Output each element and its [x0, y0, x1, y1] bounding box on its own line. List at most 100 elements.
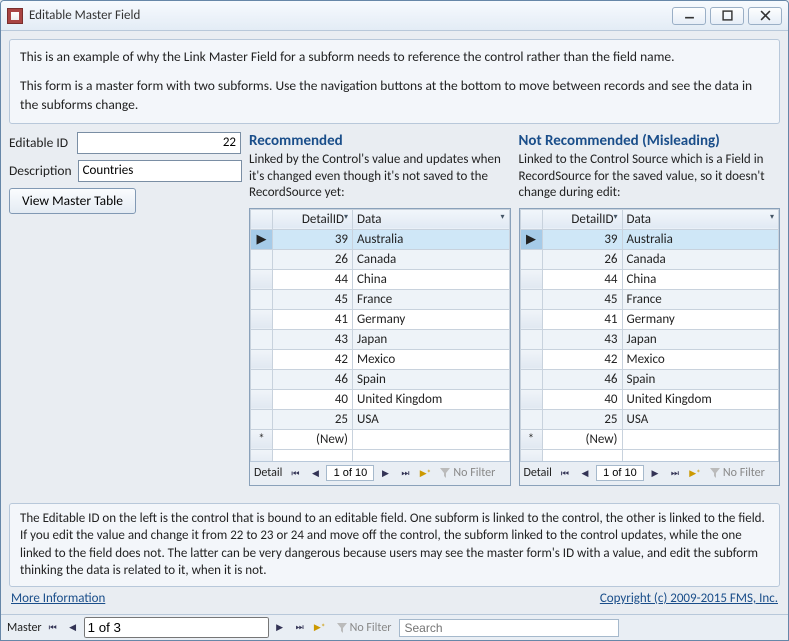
cell-detailid[interactable]: 39: [542, 229, 622, 249]
table-row[interactable]: 26Canada: [251, 249, 510, 269]
nav-last-icon[interactable]: ⏭: [396, 464, 414, 482]
nav-new-icon[interactable]: ▶*: [686, 464, 704, 482]
row-selector[interactable]: [520, 409, 542, 429]
copyright-link[interactable]: Copyright (c) 2009-2015 FMS, Inc.: [600, 591, 778, 606]
cell-data[interactable]: USA: [622, 409, 779, 429]
cell-data[interactable]: Australia: [622, 229, 779, 249]
datagrid-not-recommended[interactable]: DetailID▾Data▾▶39Australia26Canada44Chin…: [520, 209, 780, 461]
nav-prev-icon[interactable]: ◀: [576, 464, 594, 482]
table-row[interactable]: ▶39Australia: [520, 229, 779, 249]
nav-prev-icon[interactable]: ◀: [306, 464, 324, 482]
cell-data[interactable]: Japan: [622, 329, 779, 349]
nav-last-icon[interactable]: ⏭: [291, 619, 309, 637]
cell-detailid[interactable]: 26: [273, 249, 353, 269]
minimize-button[interactable]: [672, 7, 706, 25]
row-selector[interactable]: [251, 329, 273, 349]
nav-next-icon[interactable]: ▶: [271, 619, 289, 637]
table-row[interactable]: 42Mexico: [520, 349, 779, 369]
row-selector[interactable]: [520, 349, 542, 369]
close-button[interactable]: [748, 7, 782, 25]
cell-data[interactable]: France: [622, 289, 779, 309]
no-filter-indicator[interactable]: No Filter: [710, 466, 765, 480]
row-selector[interactable]: [251, 349, 273, 369]
cell-detailid[interactable]: 42: [542, 349, 622, 369]
cell-data[interactable]: Mexico: [622, 349, 779, 369]
row-selector[interactable]: ▶: [251, 229, 273, 249]
row-selector[interactable]: [251, 389, 273, 409]
nav-prev-icon[interactable]: ◀: [64, 619, 82, 637]
row-selector[interactable]: [251, 409, 273, 429]
row-selector[interactable]: [520, 309, 542, 329]
nav-first-icon[interactable]: ⏮: [556, 464, 574, 482]
maximize-button[interactable]: [710, 7, 744, 25]
master-record-position-input[interactable]: [84, 617, 269, 638]
description-input[interactable]: [78, 160, 242, 182]
column-header-data[interactable]: Data▾: [353, 209, 510, 229]
row-selector[interactable]: [520, 389, 542, 409]
select-all-cell[interactable]: [251, 209, 273, 229]
nav-first-icon[interactable]: ⏮: [286, 464, 304, 482]
table-row[interactable]: 25USA: [520, 409, 779, 429]
new-record-row[interactable]: *(New): [520, 429, 779, 449]
cell-detailid-new[interactable]: (New): [542, 429, 622, 449]
cell-data[interactable]: Australia: [353, 229, 510, 249]
row-selector[interactable]: [520, 249, 542, 269]
cell-detailid[interactable]: 40: [273, 389, 353, 409]
row-selector[interactable]: [520, 329, 542, 349]
cell-data[interactable]: Canada: [622, 249, 779, 269]
nav-next-icon[interactable]: ▶: [646, 464, 664, 482]
cell-detailid[interactable]: 25: [542, 409, 622, 429]
nav-new-icon[interactable]: ▶*: [416, 464, 434, 482]
row-selector[interactable]: [520, 269, 542, 289]
cell-data[interactable]: Mexico: [353, 349, 510, 369]
cell-detailid[interactable]: 45: [273, 289, 353, 309]
cell-data[interactable]: Canada: [353, 249, 510, 269]
record-position-input[interactable]: [596, 465, 644, 481]
cell-detailid[interactable]: 45: [542, 289, 622, 309]
table-row[interactable]: 46Spain: [251, 369, 510, 389]
table-row[interactable]: 26Canada: [520, 249, 779, 269]
table-row[interactable]: 42Mexico: [251, 349, 510, 369]
datagrid-recommended[interactable]: DetailID▾Data▾▶39Australia26Canada44Chin…: [250, 209, 510, 461]
row-selector[interactable]: [251, 289, 273, 309]
row-selector[interactable]: [251, 369, 273, 389]
table-row[interactable]: 41Germany: [251, 309, 510, 329]
cell-detailid[interactable]: 43: [273, 329, 353, 349]
table-row[interactable]: 41Germany: [520, 309, 779, 329]
table-row[interactable]: 46Spain: [520, 369, 779, 389]
table-row[interactable]: 40United Kingdom: [251, 389, 510, 409]
row-selector[interactable]: [251, 249, 273, 269]
row-selector[interactable]: [520, 289, 542, 309]
cell-data[interactable]: Germany: [353, 309, 510, 329]
nav-first-icon[interactable]: ⏮: [44, 619, 62, 637]
table-row[interactable]: ▶39Australia: [251, 229, 510, 249]
cell-detailid[interactable]: 43: [542, 329, 622, 349]
table-row[interactable]: 45France: [251, 289, 510, 309]
table-row[interactable]: 43Japan: [251, 329, 510, 349]
cell-detailid[interactable]: 25: [273, 409, 353, 429]
cell-detailid[interactable]: 46: [273, 369, 353, 389]
editable-id-input[interactable]: [77, 132, 241, 154]
new-record-row[interactable]: *(New): [251, 429, 510, 449]
table-row[interactable]: 44China: [520, 269, 779, 289]
cell-data[interactable]: Spain: [622, 369, 779, 389]
view-master-table-button[interactable]: View Master Table: [9, 188, 136, 214]
table-row[interactable]: 25USA: [251, 409, 510, 429]
cell-detailid[interactable]: 44: [542, 269, 622, 289]
record-position-input[interactable]: [326, 465, 374, 481]
row-selector[interactable]: [251, 309, 273, 329]
column-header-detailid[interactable]: DetailID▾: [273, 209, 353, 229]
cell-detailid[interactable]: 26: [542, 249, 622, 269]
row-selector[interactable]: [520, 369, 542, 389]
cell-data[interactable]: Spain: [353, 369, 510, 389]
nav-last-icon[interactable]: ⏭: [666, 464, 684, 482]
search-input[interactable]: [399, 619, 619, 637]
cell-detailid[interactable]: 41: [542, 309, 622, 329]
nav-new-icon[interactable]: ▶*: [311, 619, 329, 637]
cell-data-new[interactable]: [622, 429, 779, 449]
row-selector[interactable]: ▶: [520, 229, 542, 249]
no-filter-indicator[interactable]: No Filter: [440, 466, 495, 480]
column-header-detailid[interactable]: DetailID▾: [542, 209, 622, 229]
cell-detailid-new[interactable]: (New): [273, 429, 353, 449]
cell-data[interactable]: USA: [353, 409, 510, 429]
